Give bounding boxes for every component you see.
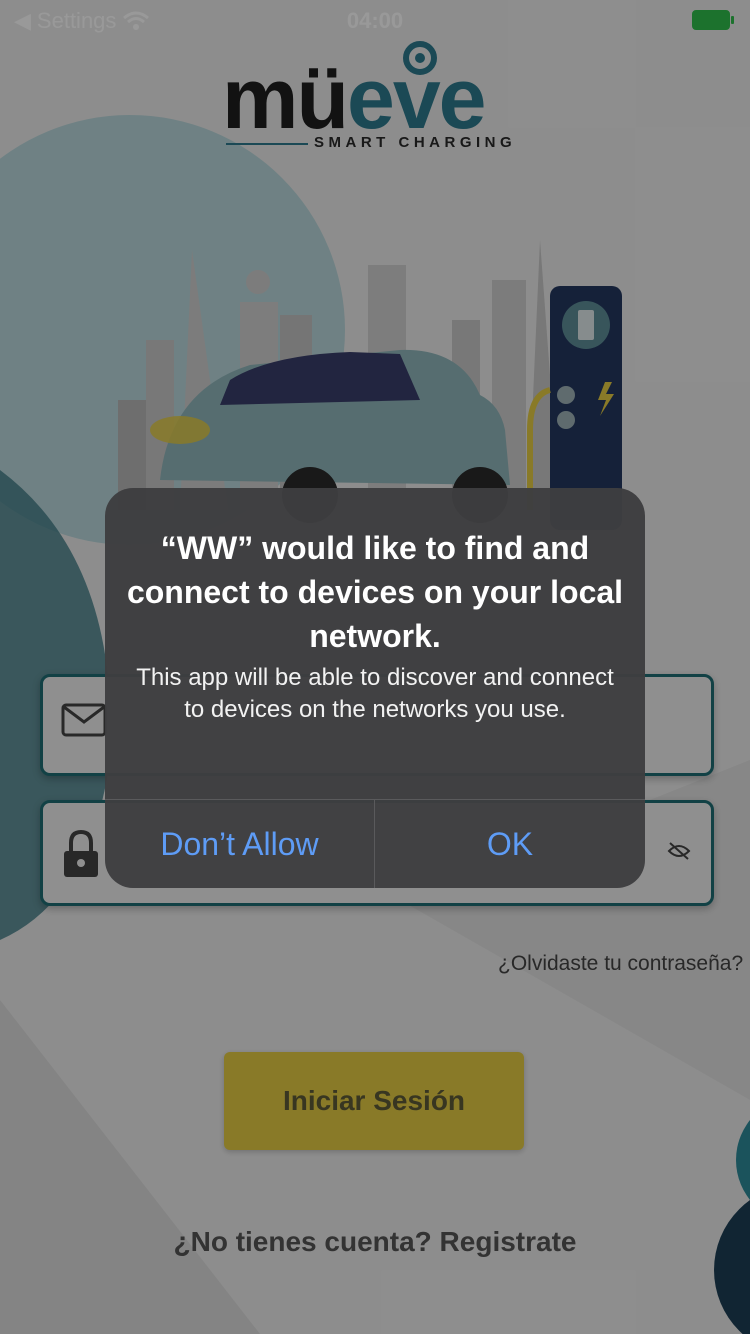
app-screen: ◀ Settings 04:00 müeve SMART CHARGING ¿O… xyxy=(0,0,750,1334)
alert-title: “WW” would like to find and connect to d… xyxy=(126,530,624,654)
ok-button[interactable]: OK xyxy=(375,800,645,888)
local-network-permission-alert: “WW” would like to find and connect to d… xyxy=(105,488,645,888)
dont-allow-button[interactable]: Don’t Allow xyxy=(105,800,374,888)
alert-message: This app will be able to discover and co… xyxy=(136,664,614,723)
